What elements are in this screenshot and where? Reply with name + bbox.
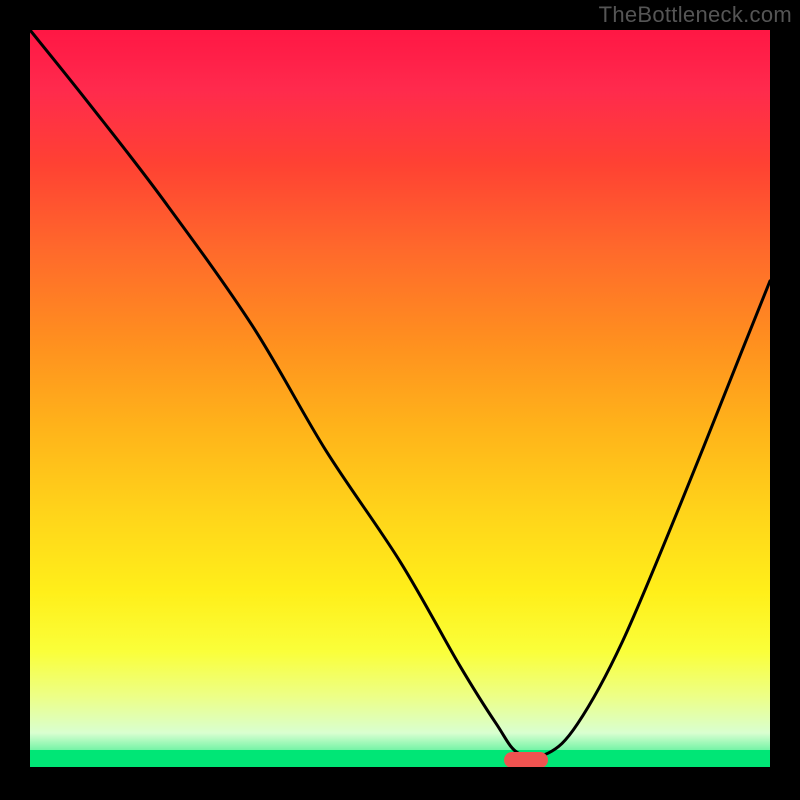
watermark-text: TheBottleneck.com (599, 2, 792, 28)
optimal-marker (504, 752, 548, 768)
plot-area (30, 30, 770, 770)
x-axis-baseline (30, 767, 770, 770)
chart-frame: TheBottleneck.com (0, 0, 800, 800)
bottleneck-curve (30, 30, 770, 770)
